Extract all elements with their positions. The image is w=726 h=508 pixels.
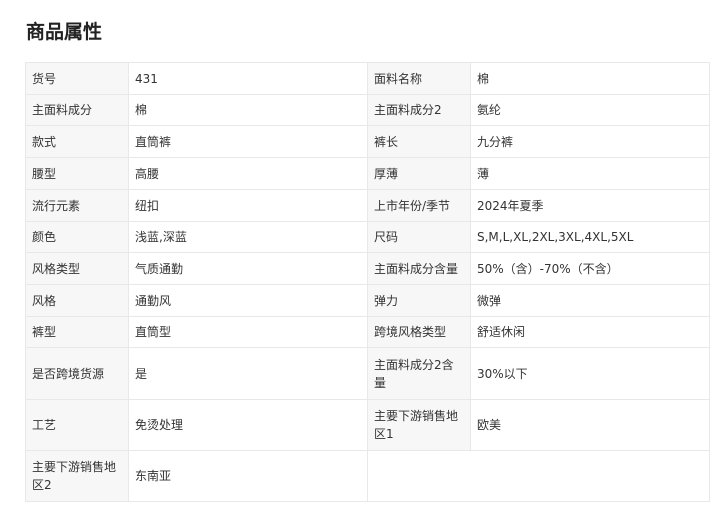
attribute-key: 主要下游销售地区1 bbox=[367, 399, 471, 451]
attribute-value: 棉 bbox=[128, 94, 368, 126]
attribute-key: 工艺 bbox=[25, 399, 129, 451]
attribute-value: 直筒裤 bbox=[128, 125, 368, 158]
attribute-key: 尺码 bbox=[367, 221, 471, 253]
attribute-key: 风格类型 bbox=[25, 252, 129, 285]
attribute-key: 是否跨境货源 bbox=[25, 347, 129, 400]
attribute-value: 东南亚 bbox=[128, 450, 368, 502]
attribute-key: 弹力 bbox=[367, 284, 471, 317]
attribute-value: 气质通勤 bbox=[128, 252, 368, 285]
attribute-value: 是 bbox=[128, 347, 368, 400]
attribute-key: 主面料成分 bbox=[25, 94, 129, 126]
attribute-value: 30%以下 bbox=[470, 347, 710, 400]
attribute-value: 薄 bbox=[470, 157, 710, 190]
attribute-value: 九分裤 bbox=[470, 125, 710, 158]
section-title: 商品属性 bbox=[26, 21, 103, 43]
attribute-value: 直筒型 bbox=[128, 316, 368, 348]
attribute-key: 跨境风格类型 bbox=[367, 316, 471, 348]
attribute-value: 免烫处理 bbox=[128, 399, 368, 451]
table-row: 货号 431 面料名称 棉 bbox=[25, 62, 710, 95]
table-row: 裤型 直筒型 跨境风格类型 舒适休闲 bbox=[25, 316, 710, 348]
attribute-key: 裤型 bbox=[25, 316, 129, 348]
attribute-value: 通勤风 bbox=[128, 284, 368, 317]
attribute-value: 纽扣 bbox=[128, 189, 368, 222]
attribute-key: 主面料成分2 bbox=[367, 94, 471, 126]
attribute-value: 50%（含）-70%（不含） bbox=[470, 252, 710, 285]
attribute-key: 裤长 bbox=[367, 125, 471, 158]
table-row: 主面料成分 棉 主面料成分2 氨纶 bbox=[25, 94, 710, 126]
attribute-value: 浅蓝,深蓝 bbox=[128, 221, 368, 253]
table-row: 风格类型 气质通勤 主面料成分含量 50%（含）-70%（不含） bbox=[25, 252, 710, 285]
table-row: 是否跨境货源 是 主面料成分2含量 30%以下 bbox=[25, 347, 710, 400]
attribute-value: 舒适休闲 bbox=[470, 316, 710, 348]
attribute-key: 主要下游销售地区2 bbox=[25, 450, 129, 502]
attribute-value: 棉 bbox=[470, 62, 710, 95]
table-row: 主要下游销售地区2 东南亚 bbox=[25, 450, 710, 502]
product-attributes-panel: 商品属性 货号 431 面料名称 棉 主面料成分 棉 主面料成分2 氨纶 款式 bbox=[0, 0, 726, 508]
table-row: 工艺 免烫处理 主要下游销售地区1 欧美 bbox=[25, 399, 710, 451]
table-row: 颜色 浅蓝,深蓝 尺码 S,M,L,XL,2XL,3XL,4XL,5XL bbox=[25, 221, 710, 253]
attribute-value: S,M,L,XL,2XL,3XL,4XL,5XL bbox=[470, 221, 710, 253]
attributes-table: 货号 431 面料名称 棉 主面料成分 棉 主面料成分2 氨纶 款式 直筒裤 裤… bbox=[25, 62, 710, 502]
attribute-key: 腰型 bbox=[25, 157, 129, 190]
attribute-value: 微弹 bbox=[470, 284, 710, 317]
attribute-key: 主面料成分2含量 bbox=[367, 347, 471, 400]
attribute-value: 431 bbox=[128, 62, 368, 95]
empty-cell bbox=[367, 450, 710, 502]
attribute-key: 款式 bbox=[25, 125, 129, 158]
attribute-key: 风格 bbox=[25, 284, 129, 317]
table-row: 腰型 高腰 厚薄 薄 bbox=[25, 157, 710, 190]
attribute-key: 货号 bbox=[25, 62, 129, 95]
table-row: 风格 通勤风 弹力 微弹 bbox=[25, 284, 710, 317]
table-row: 款式 直筒裤 裤长 九分裤 bbox=[25, 125, 710, 158]
attribute-key: 上市年份/季节 bbox=[367, 189, 471, 222]
attribute-key: 厚薄 bbox=[367, 157, 471, 190]
attribute-key: 颜色 bbox=[25, 221, 129, 253]
attribute-value: 氨纶 bbox=[470, 94, 710, 126]
attribute-key: 面料名称 bbox=[367, 62, 471, 95]
attribute-key: 流行元素 bbox=[25, 189, 129, 222]
attribute-key: 主面料成分含量 bbox=[367, 252, 471, 285]
attribute-value: 欧美 bbox=[470, 399, 710, 451]
attribute-value: 2024年夏季 bbox=[470, 189, 710, 222]
table-row: 流行元素 纽扣 上市年份/季节 2024年夏季 bbox=[25, 189, 710, 222]
attribute-value: 高腰 bbox=[128, 157, 368, 190]
